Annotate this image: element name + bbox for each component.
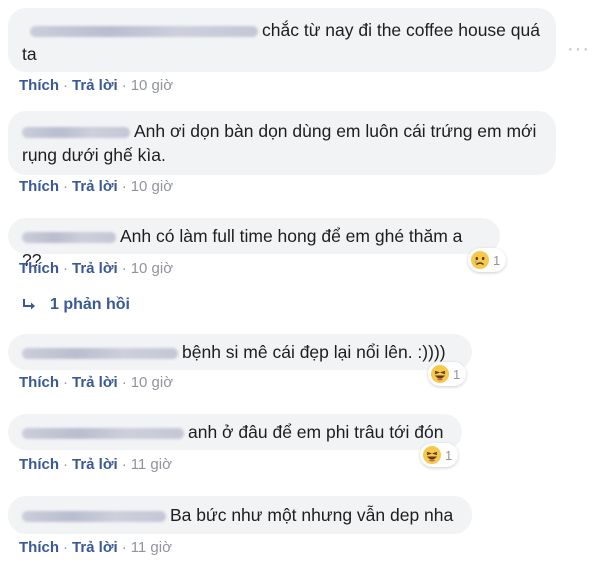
comment-actions: Thích · Trả lời · 10 giờ [19,77,173,94]
redacted-author-name [22,347,178,359]
separator-dot: · [121,260,127,277]
reply-arrow-icon [23,299,35,310]
redacted-author-name [30,25,258,37]
separator-dot: · [63,456,68,473]
comment-time[interactable]: 10 giờ [131,374,173,391]
reaction-count: 1 [493,252,501,268]
comment-actions: Thích · Trả lời · 10 giờ [19,178,173,195]
separator-dot: · [121,539,127,556]
comment-actions: Thích · Trả lời · 10 giờ [19,260,173,277]
like-link[interactable]: Thích [19,539,59,556]
comment-bubble: Ba bức như một nhưng vẫn dep nha [8,496,472,534]
reaction-badge[interactable]: 1 [428,362,467,386]
comment-text: Ba bức như một nhưng vẫn dep nha [170,505,454,525]
reply-link[interactable]: Trả lời [72,374,118,391]
separator-dot: · [63,539,68,556]
more-options-icon[interactable]: ··· [567,38,590,61]
comment-text: anh ở đâu để em phi trâu tới đón [188,422,444,442]
reaction-badge[interactable]: 1 [468,248,507,272]
comment-bubble: chắc từ nay đi the coffee house quá ta [8,8,556,72]
comment-bubble: anh ở đâu để em phi trâu tới đón [8,414,462,450]
comment-bubble: Anh có làm full time hong để em ghé thăm… [8,218,500,270]
reply-link[interactable]: Trả lời [72,456,118,473]
reaction-count: 1 [453,366,461,382]
comment-time[interactable]: 11 giờ [131,539,172,556]
view-replies-link[interactable]: 1 phản hồi [22,296,130,314]
like-link[interactable]: Thích [19,260,59,277]
comment-time[interactable]: 11 giờ [131,456,172,473]
separator-dot: · [63,374,68,391]
like-link[interactable]: Thích [19,77,59,94]
comment-bubble: bệnh si mê cái đẹp lại nổi lên. :)))) [8,334,472,370]
redacted-author-name [22,427,184,439]
redacted-author-name [22,231,116,243]
separator-dot: · [63,178,68,195]
replies-count-label: 1 phản hồi [50,296,130,313]
like-link[interactable]: Thích [19,374,59,391]
redacted-author-name [22,126,130,138]
redacted-author-name [22,510,166,522]
reply-link[interactable]: Trả lời [72,260,118,277]
reaction-badge[interactable]: 1 [420,443,459,467]
like-link[interactable]: Thích [19,456,59,473]
separator-dot: · [121,77,127,94]
sad-face-icon [471,251,489,269]
comment-bubble: Anh ơi dọn bàn dọn dùng em luôn cái trứn… [8,111,556,175]
separator-dot: · [121,178,127,195]
reply-link[interactable]: Trả lời [72,77,118,94]
laughing-face-icon [431,365,449,383]
separator-dot: · [121,456,127,473]
separator-dot: · [63,260,68,277]
comment-actions: Thích · Trả lời · 11 giờ [19,456,172,473]
laughing-face-icon [423,446,441,464]
reply-link[interactable]: Trả lời [72,178,118,195]
comment-actions: Thích · Trả lời · 10 giờ [19,374,173,391]
comment-time[interactable]: 10 giờ [131,77,173,94]
comment-text: bệnh si mê cái đẹp lại nổi lên. :)))) [182,342,446,362]
reply-link[interactable]: Trả lời [72,539,118,556]
comment-actions: Thích · Trả lời · 11 giờ [19,539,172,556]
separator-dot: · [121,374,127,391]
separator-dot: · [63,77,68,94]
reaction-count: 1 [445,447,453,463]
like-link[interactable]: Thích [19,178,59,195]
comment-time[interactable]: 10 giờ [131,260,173,277]
comment-time[interactable]: 10 giờ [131,178,173,195]
